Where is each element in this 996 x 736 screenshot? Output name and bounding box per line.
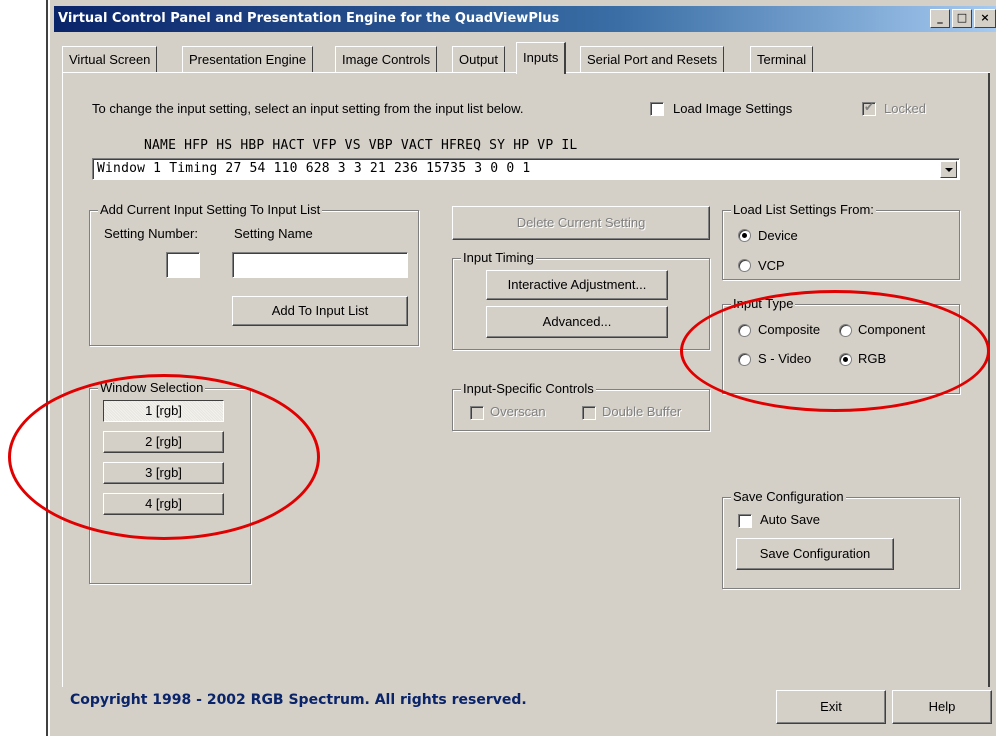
overscan-label: Overscan [490,404,546,419]
rgb-label: RGB [858,351,887,366]
s-video-label: S - Video [758,351,812,366]
save-configuration-button[interactable]: Save Configuration [736,538,894,570]
delete-current-setting-button[interactable]: Delete Current Setting [452,206,710,240]
window-1-button[interactable]: 1 [rgb] [103,400,224,422]
chevron-down-icon[interactable] [940,161,957,178]
radio-dot-icon [742,233,747,238]
close-button[interactable]: × [974,9,996,28]
double-buffer-label: Double Buffer [602,404,682,419]
locked-checkbox[interactable]: ✔ [862,100,876,116]
delete-current-setting-label: Delete Current Setting [516,215,646,230]
interactive-adjustment-button[interactable]: Interactive Adjustment... [486,270,668,300]
window-4-button[interactable]: 4 [rgb] [103,493,224,515]
window-2-button[interactable]: 2 [rgb] [103,431,224,453]
input-specific-group-label: Input-Specific Controls [461,381,596,396]
locked-label: Locked [884,101,926,116]
instruction-text: To change the input setting, select an i… [92,101,524,116]
double-buffer-checkbox[interactable] [582,406,596,420]
checkmark-icon: ✔ [864,100,875,114]
setting-name-label: Setting Name [234,226,313,241]
load-image-settings-label: Load Image Settings [673,101,793,116]
setting-number-label: Setting Number: [104,226,198,241]
device-radio[interactable] [738,229,751,242]
vcp-label: VCP [758,258,785,273]
vcp-radio[interactable] [738,259,751,272]
auto-save-label: Auto Save [760,512,820,527]
load-list-group-label: Load List Settings From: [731,202,876,217]
save-configuration-group-label: Save Configuration [731,489,846,504]
copyright-text: Copyright 1998 - 2002 RGB Spectrum. All … [70,692,527,708]
tab-serial-port-and-resets[interactable]: Serial Port and Resets [580,46,725,72]
help-button[interactable]: Help [892,690,992,724]
maximize-button[interactable]: □ [952,9,972,28]
setting-number-field[interactable] [166,252,200,278]
input-list-header: NAME HFP HS HBP HACT VFP VS VBP VACT HFR… [144,138,578,153]
tab-terminal[interactable]: Terminal [750,46,814,72]
component-label: Component [858,322,926,337]
composite-label: Composite [758,322,821,337]
composite-radio[interactable] [738,324,751,337]
advanced-button[interactable]: Advanced... [486,306,668,338]
device-label: Device [758,228,798,243]
tab-inputs[interactable]: Inputs [516,42,567,74]
window-selection-group-label: Window Selection [98,380,206,395]
input-setting-select[interactable]: Window 1 Timing 27 54 110 628 3 3 21 236… [92,158,960,180]
auto-save-checkbox[interactable] [738,514,752,528]
exit-button[interactable]: Exit [776,690,886,724]
input-type-group-label: Input Type [731,296,796,311]
tab-presentation-engine[interactable]: Presentation Engine [182,46,314,72]
component-radio[interactable] [839,324,852,337]
tab-virtual-screen[interactable]: Virtual Screen [62,46,158,72]
selected-setting-text: Window 1 Timing 27 54 110 628 3 3 21 236… [97,161,531,176]
overscan-checkbox[interactable] [470,406,484,420]
add-to-input-list-button[interactable]: Add To Input List [232,296,408,326]
tab-image-controls[interactable]: Image Controls [335,46,438,72]
add-setting-group-label: Add Current Input Setting To Input List [98,202,323,217]
input-type-group: Input Type [722,296,960,394]
s-video-radio[interactable] [738,353,751,366]
input-timing-group-label: Input Timing [461,250,536,265]
tab-output[interactable]: Output [452,46,506,72]
window-3-button[interactable]: 3 [rgb] [103,462,224,484]
minimize-button[interactable]: _ [930,9,950,28]
setting-name-field[interactable] [232,252,408,278]
radio-dot-icon [843,357,848,362]
load-image-settings-checkbox[interactable] [650,102,664,116]
rgb-radio[interactable] [839,353,852,366]
window-title: Virtual Control Panel and Presentation E… [54,6,996,32]
